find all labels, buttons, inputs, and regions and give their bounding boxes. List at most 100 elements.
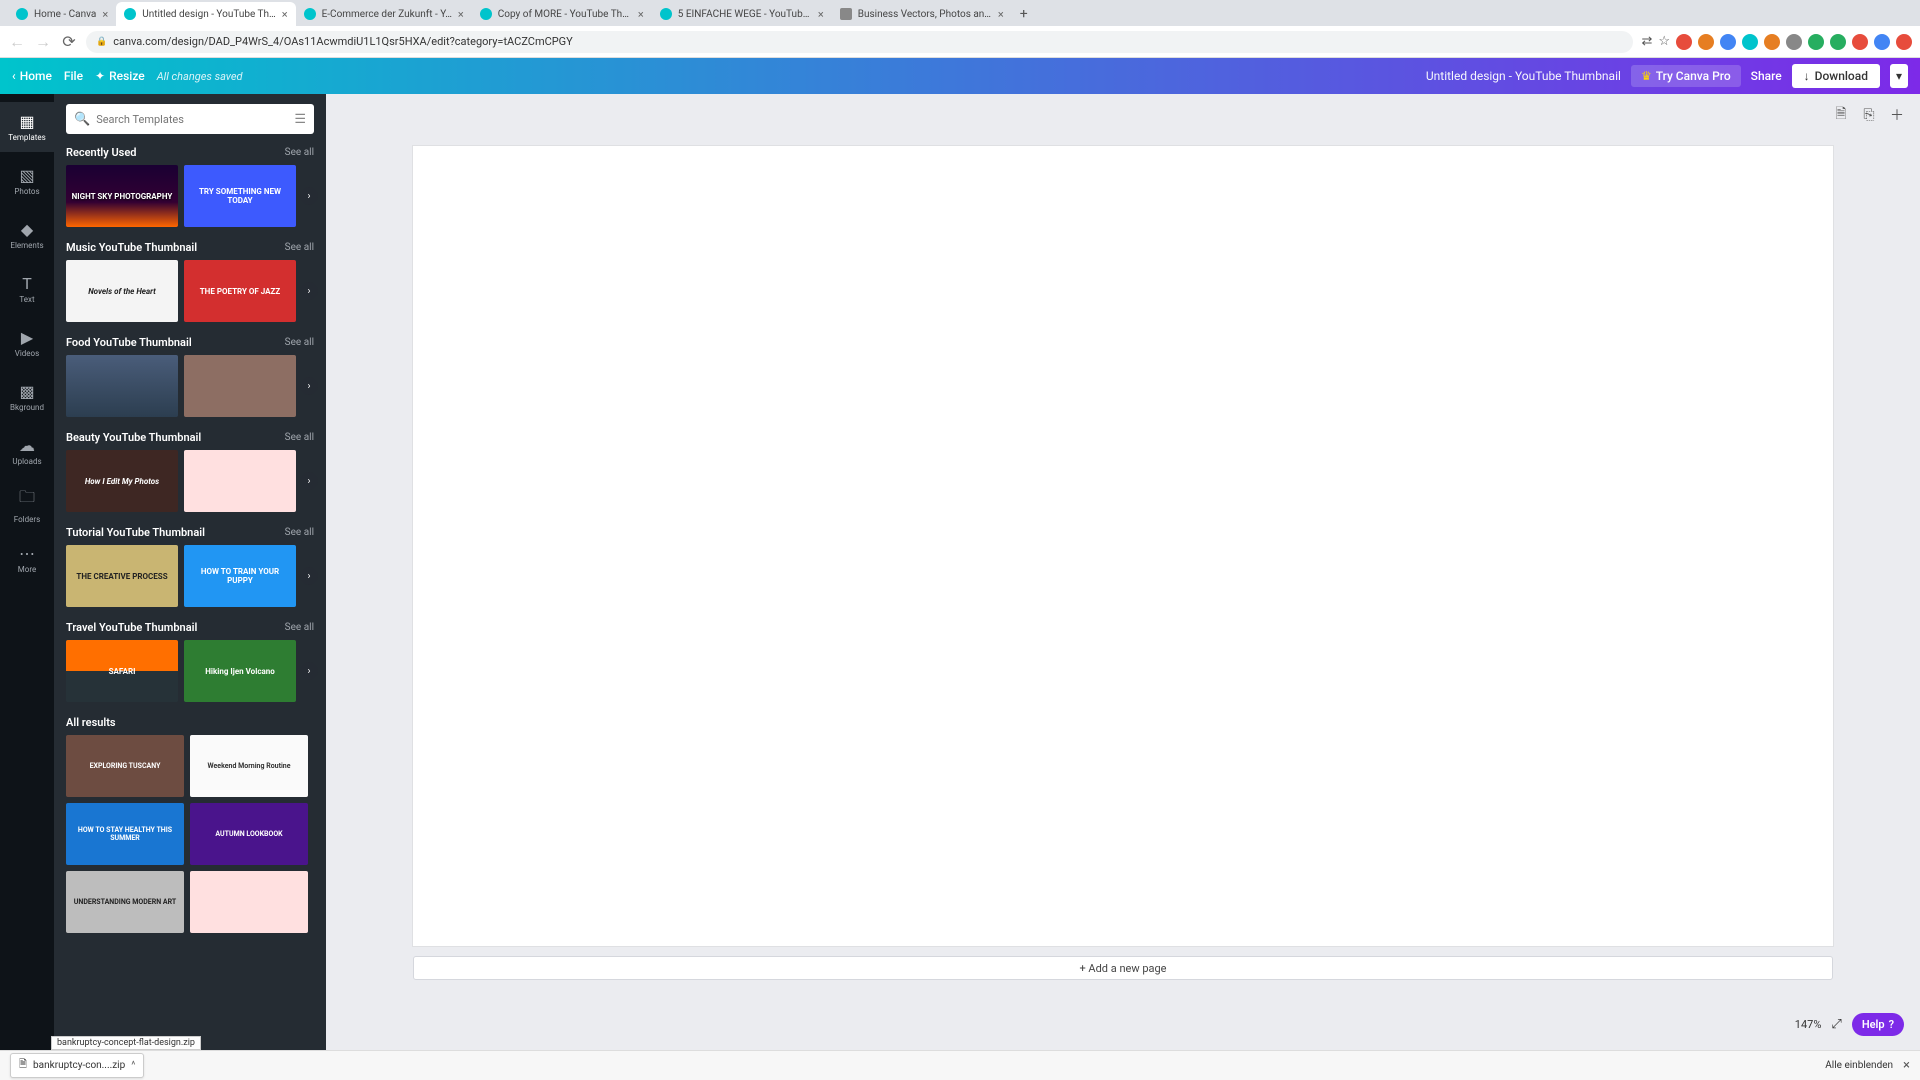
resize-icon: ✦ <box>95 69 105 83</box>
template-thumb[interactable]: Hiking Ijen Volcano <box>184 640 296 702</box>
try-pro-button[interactable]: ♛ Try Canva Pro <box>1631 65 1741 87</box>
file-menu[interactable]: File <box>64 69 83 83</box>
browser-tab[interactable]: E-Commerce der Zukunft - Y…× <box>296 2 472 26</box>
new-tab-button[interactable]: + <box>1012 2 1036 26</box>
template-thumb[interactable]: How I Edit My Photos <box>66 450 178 512</box>
back-button[interactable]: ← <box>8 33 26 51</box>
see-all-link[interactable]: See all <box>285 147 314 158</box>
help-button[interactable]: Help? <box>1852 1013 1904 1036</box>
filter-icon[interactable]: ☰ <box>294 112 306 127</box>
section-beauty: Beauty YouTube ThumbnailSee all How I Ed… <box>66 431 314 512</box>
template-thumb[interactable] <box>190 871 308 933</box>
close-icon[interactable]: × <box>1903 1058 1910 1073</box>
design-canvas[interactable] <box>413 146 1833 946</box>
template-thumb[interactable] <box>184 450 296 512</box>
template-thumb[interactable]: EXPLORING TUSCANY <box>66 735 184 797</box>
scroll-right-button[interactable]: › <box>300 282 318 300</box>
reload-button[interactable]: ⟳ <box>60 33 78 51</box>
url-field[interactable]: 🔒 canva.com/design/DAD_P4WrS_4/OAs11Acwm… <box>86 31 1633 53</box>
template-thumb[interactable]: UNDERSTANDING MODERN ART <box>66 871 184 933</box>
download-dropdown[interactable]: ▾ <box>1890 64 1908 88</box>
forward-button[interactable]: → <box>34 33 52 51</box>
see-all-link[interactable]: See all <box>285 242 314 253</box>
show-all-downloads[interactable]: Alle einblenden <box>1825 1060 1893 1071</box>
close-icon[interactable]: × <box>102 8 108 21</box>
nav-templates[interactable]: ▦Templates <box>0 102 54 152</box>
download-button[interactable]: ↓ Download <box>1792 64 1880 88</box>
extension-icon[interactable] <box>1896 34 1912 50</box>
nav-folders[interactable]: 🗀Folders <box>0 480 54 530</box>
browser-tab[interactable]: Business Vectors, Photos and…× <box>832 2 1012 26</box>
nav-elements[interactable]: ◆Elements <box>0 210 54 260</box>
fullscreen-icon[interactable]: ⤢ <box>1831 1017 1841 1032</box>
home-button[interactable]: ‹ Home <box>12 69 52 83</box>
template-thumb[interactable]: SAFARI <box>66 640 178 702</box>
template-thumb[interactable]: THE POETRY OF JAZZ <box>184 260 296 322</box>
section-recently-used: Recently UsedSee all NIGHT SKY PHOTOGRAP… <box>66 146 314 227</box>
close-icon[interactable]: × <box>638 8 644 21</box>
extension-icon[interactable] <box>1830 34 1846 50</box>
extension-icon[interactable] <box>1808 34 1824 50</box>
search-input[interactable] <box>96 113 288 126</box>
template-thumb[interactable]: TRY SOMETHING NEW TODAY <box>184 165 296 227</box>
close-icon[interactable]: × <box>818 8 824 21</box>
add-page-button[interactable]: + Add a new page <box>413 956 1833 980</box>
extension-icon[interactable] <box>1852 34 1868 50</box>
nav-background[interactable]: ▩Bkground <box>0 372 54 422</box>
videos-icon: ▶ <box>21 328 33 347</box>
search-box[interactable]: 🔍 ☰ <box>66 104 314 134</box>
resize-button[interactable]: ✦ Resize <box>95 69 145 83</box>
canvas-wrap[interactable]: + Add a new page <box>326 136 1920 1050</box>
try-pro-label: Try Canva Pro <box>1656 69 1731 83</box>
extension-icon[interactable] <box>1742 34 1758 50</box>
nav-photos[interactable]: ▧Photos <box>0 156 54 206</box>
browser-tab[interactable]: 5 EINFACHE WEGE - YouTube…× <box>652 2 832 26</box>
share-button[interactable]: Share <box>1751 69 1782 83</box>
extension-icon[interactable] <box>1720 34 1736 50</box>
scroll-right-button[interactable]: › <box>300 187 318 205</box>
close-icon[interactable]: × <box>282 8 288 21</box>
close-icon[interactable]: × <box>458 8 464 21</box>
template-thumb[interactable]: Novels of the Heart <box>66 260 178 322</box>
nav-uploads[interactable]: ☁Uploads <box>0 426 54 476</box>
avatar-icon[interactable] <box>1874 34 1890 50</box>
template-thumb[interactable]: THE CREATIVE PROCESS <box>66 545 178 607</box>
extension-icon[interactable] <box>1676 34 1692 50</box>
extension-icon[interactable] <box>1786 34 1802 50</box>
template-thumb[interactable]: HOW TO STAY HEALTHY THIS SUMMER <box>66 803 184 865</box>
browser-tab[interactable]: Home - Canva× <box>8 2 116 26</box>
see-all-link[interactable]: See all <box>285 432 314 443</box>
template-thumb[interactable] <box>66 355 178 417</box>
nav-videos[interactable]: ▶Videos <box>0 318 54 368</box>
browser-tab[interactable]: Copy of MORE - YouTube Thu…× <box>472 2 652 26</box>
close-icon[interactable]: × <box>998 8 1004 21</box>
extension-icon[interactable] <box>1764 34 1780 50</box>
translate-icon[interactable]: ⇄ <box>1641 34 1652 49</box>
scroll-right-button[interactable]: › <box>300 662 318 680</box>
section-title: Travel YouTube Thumbnail <box>66 621 197 634</box>
notes-icon[interactable]: 🗎 <box>1832 106 1850 124</box>
scroll-right-button[interactable]: › <box>300 377 318 395</box>
nav-more[interactable]: ⋯More <box>0 534 54 584</box>
duplicate-page-icon[interactable]: ⎘ <box>1860 106 1878 124</box>
scroll-right-button[interactable]: › <box>300 472 318 490</box>
extension-icon[interactable] <box>1698 34 1714 50</box>
see-all-link[interactable]: See all <box>285 527 314 538</box>
see-all-link[interactable]: See all <box>285 337 314 348</box>
chevron-up-icon[interactable]: ^ <box>131 1060 135 1071</box>
zoom-level[interactable]: 147% <box>1795 1018 1822 1031</box>
extension-icons: ⇄ ☆ <box>1641 34 1912 50</box>
template-thumb[interactable] <box>184 355 296 417</box>
template-thumb[interactable]: NIGHT SKY PHOTOGRAPHY <box>66 165 178 227</box>
template-thumb[interactable]: HOW TO TRAIN YOUR PUPPY <box>184 545 296 607</box>
see-all-link[interactable]: See all <box>285 622 314 633</box>
download-item[interactable]: bankruptcy-concept-flat-design.zip 🗎 ban… <box>10 1053 144 1078</box>
design-title[interactable]: Untitled design - YouTube Thumbnail <box>1426 69 1621 83</box>
add-page-icon[interactable]: ＋ <box>1888 106 1906 124</box>
nav-text[interactable]: TText <box>0 264 54 314</box>
template-thumb[interactable]: AUTUMN LOOKBOOK <box>190 803 308 865</box>
browser-tab[interactable]: Untitled design - YouTube Th…× <box>116 2 295 26</box>
template-thumb[interactable]: Weekend Morning Routine <box>190 735 308 797</box>
scroll-right-button[interactable]: › <box>300 567 318 585</box>
star-icon[interactable]: ☆ <box>1658 34 1670 49</box>
